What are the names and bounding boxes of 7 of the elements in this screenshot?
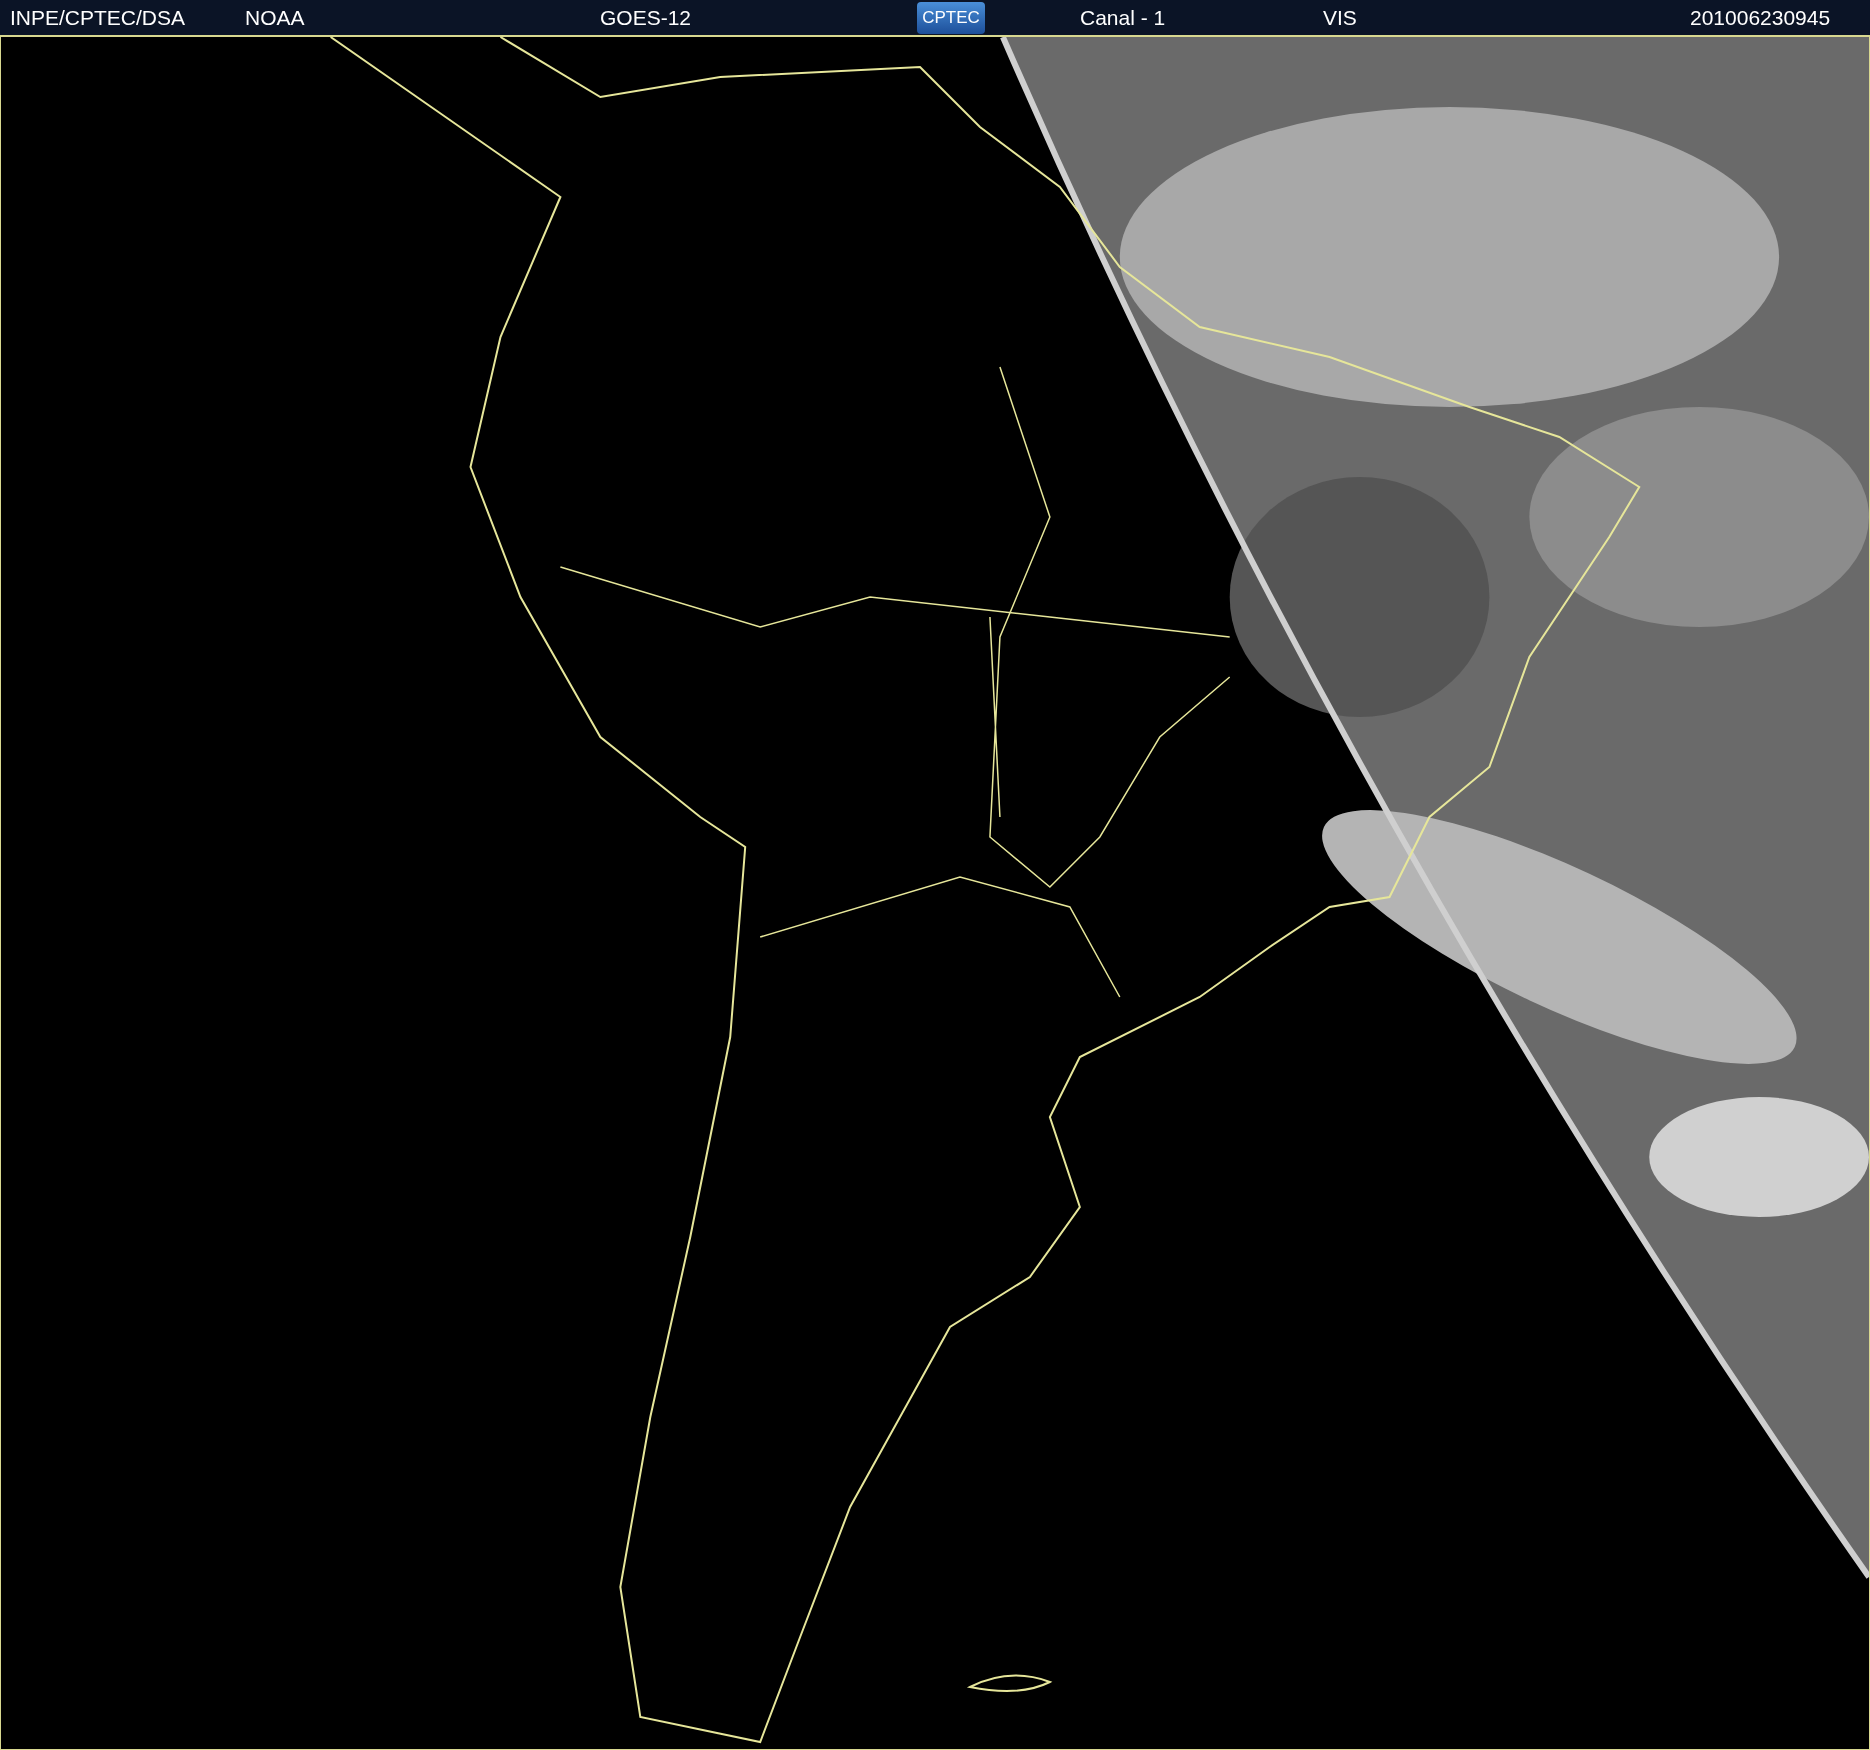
header-label: GOES-12 — [600, 5, 692, 29]
header-label: Canal - 1 — [1080, 5, 1166, 29]
header-label: NOAA — [245, 5, 305, 29]
header-label: 201006230945 — [1690, 5, 1831, 29]
header-label: INPE/CPTEC/DSA — [10, 5, 186, 29]
header-label: VIS — [1323, 5, 1357, 29]
logo: CPTEC — [917, 1, 985, 34]
